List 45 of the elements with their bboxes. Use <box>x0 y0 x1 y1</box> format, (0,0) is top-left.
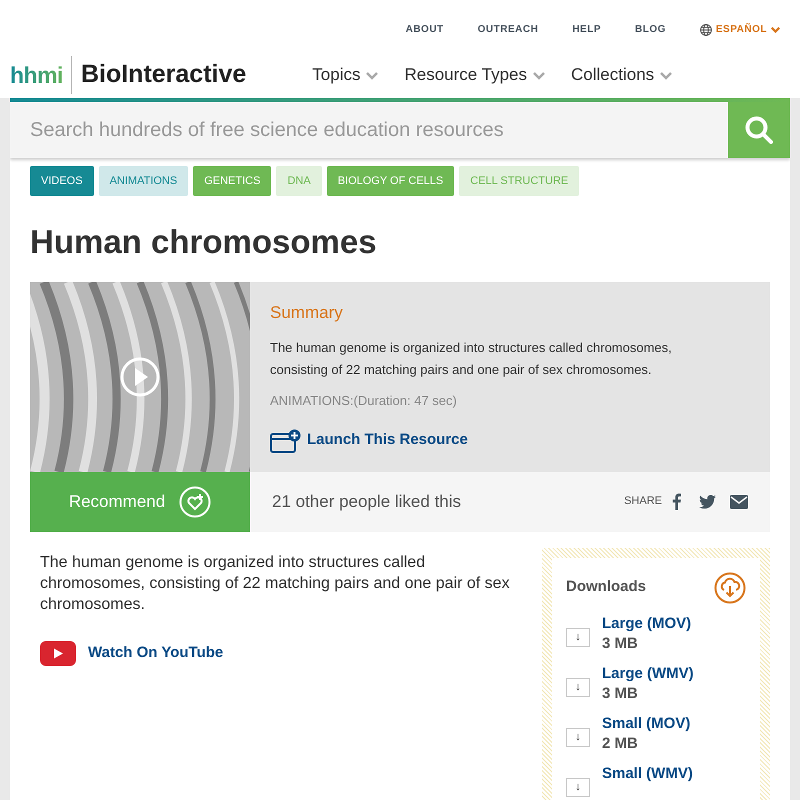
download-link[interactable]: Small (MOV) <box>602 714 690 734</box>
description-text: The human genome is organized into structures called chromosomes, consisting of 22 matching pairs and one pair of sex chromosomes. <box>40 552 511 615</box>
summary-heading: Summary <box>270 302 344 324</box>
twitter-icon[interactable] <box>699 494 716 509</box>
download-button[interactable]: ↓ <box>566 678 590 697</box>
nav-menu[interactable]: Topics <box>312 62 378 88</box>
email-icon[interactable] <box>730 494 748 509</box>
utility-link[interactable]: ABOUT <box>406 22 444 37</box>
file-size: 3 MB <box>602 684 639 704</box>
download-button[interactable]: ↓ <box>566 778 590 797</box>
search-field[interactable]: Search hundreds of free science education resources <box>10 102 728 158</box>
utility-link[interactable]: HELP <box>572 22 601 37</box>
youtube-icon <box>40 640 76 666</box>
download-link[interactable]: Small (WMV) <box>602 764 693 784</box>
download-button[interactable]: ↓ <box>566 628 590 647</box>
chevron-icon <box>366 72 378 80</box>
download-link[interactable]: Large (WMV) <box>602 664 694 684</box>
facebook-icon[interactable] <box>672 493 681 510</box>
share-label: SHARE <box>624 494 662 510</box>
language-label: ESPAÑOL <box>716 22 767 37</box>
likes-count: 21 other people liked this <box>272 490 462 513</box>
product-logo[interactable]: BioInteractive <box>72 56 246 94</box>
file-size: 2 MB <box>602 734 639 754</box>
heart-plus-icon <box>179 486 212 518</box>
utility-link[interactable]: BLOG <box>635 22 666 37</box>
nav-menu[interactable]: Resource Types <box>404 62 546 88</box>
cloud-download-icon <box>714 572 746 604</box>
search-icon <box>744 115 774 145</box>
nav-menu[interactable]: Collections <box>571 62 672 88</box>
downloads-heading: Downloads <box>566 577 646 598</box>
summary-text: The human genome is organized into structures called chromosomes, consisting of 22 matching pairs and one pair of sex chromosomes. <box>270 339 673 380</box>
globe-icon <box>700 24 712 36</box>
file-size: 3 MB <box>602 634 639 654</box>
page-title: Human chromosomes <box>30 222 378 262</box>
utility-link[interactable]: OUTREACH <box>478 22 538 37</box>
chevron-icon <box>660 72 672 80</box>
youtube-link[interactable]: Watch On YouTube <box>40 640 224 666</box>
window-plus-icon <box>270 428 301 453</box>
chevron-icon <box>771 26 780 32</box>
topic-tag[interactable]: VIDEOS <box>30 166 94 196</box>
chevron-icon <box>533 72 546 80</box>
download-link[interactable]: Large (MOV) <box>602 614 692 634</box>
download-button[interactable]: ↓ <box>566 728 590 747</box>
resource-meta: ANIMATIONS:(Duration: 47 sec) <box>270 392 458 410</box>
launch-link[interactable]: Launch This Resource <box>270 428 468 453</box>
